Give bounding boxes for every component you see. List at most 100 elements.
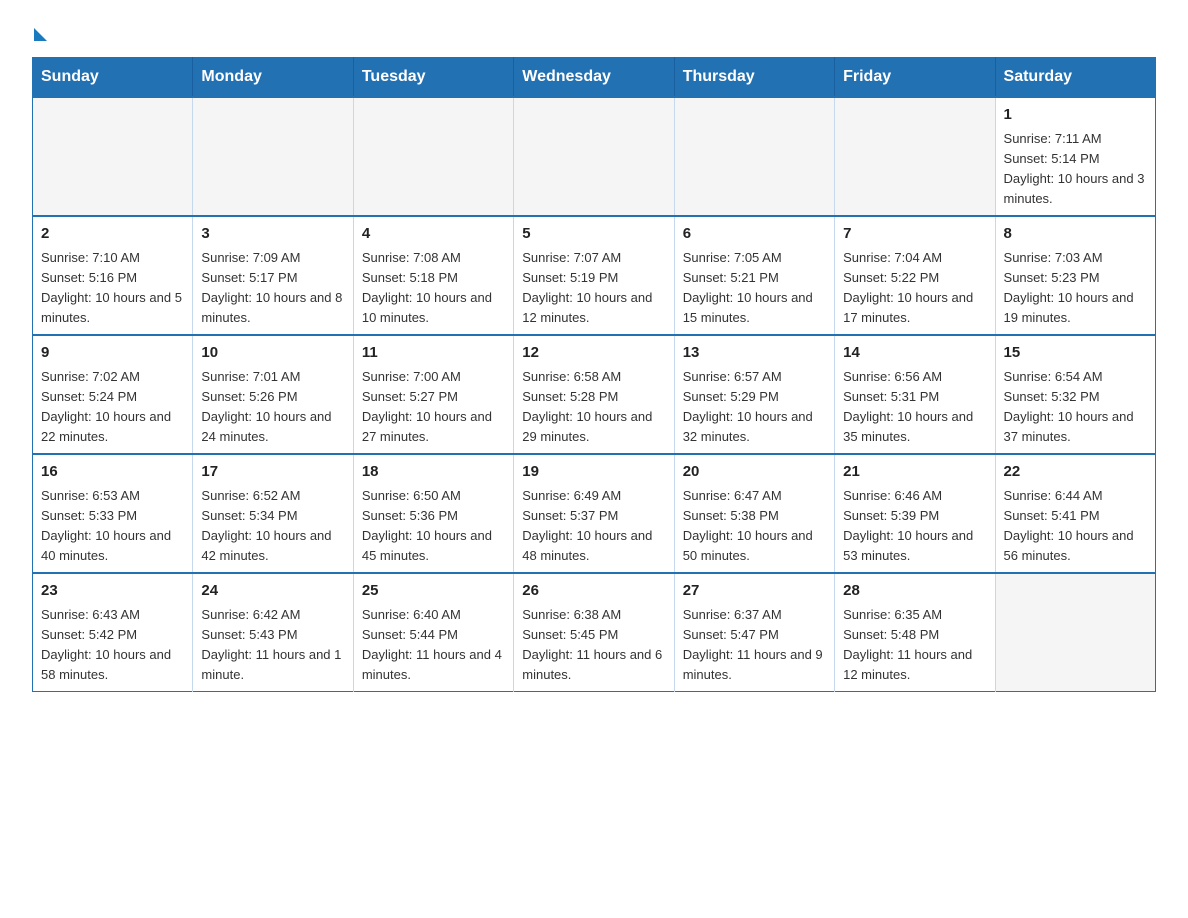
day-number: 5: [522, 223, 665, 246]
calendar-cell: [353, 97, 513, 216]
calendar-cell: 24Sunrise: 6:42 AMSunset: 5:43 PMDayligh…: [193, 573, 353, 692]
calendar-cell: 7Sunrise: 7:04 AMSunset: 5:22 PMDaylight…: [835, 216, 995, 335]
day-number: 6: [683, 223, 826, 246]
day-info: Sunrise: 6:37 AMSunset: 5:47 PMDaylight:…: [683, 605, 826, 686]
day-number: 7: [843, 223, 986, 246]
calendar-cell: [193, 97, 353, 216]
day-info: Sunrise: 6:50 AMSunset: 5:36 PMDaylight:…: [362, 486, 505, 567]
day-number: 10: [201, 342, 344, 365]
calendar-cell: 14Sunrise: 6:56 AMSunset: 5:31 PMDayligh…: [835, 335, 995, 454]
day-number: 25: [362, 580, 505, 603]
weekday-header-friday: Friday: [835, 58, 995, 98]
day-number: 15: [1004, 342, 1147, 365]
day-number: 9: [41, 342, 184, 365]
day-number: 3: [201, 223, 344, 246]
calendar-cell: [995, 573, 1155, 692]
day-number: 14: [843, 342, 986, 365]
day-number: 16: [41, 461, 184, 484]
calendar-cell: 17Sunrise: 6:52 AMSunset: 5:34 PMDayligh…: [193, 454, 353, 573]
calendar-cell: 5Sunrise: 7:07 AMSunset: 5:19 PMDaylight…: [514, 216, 674, 335]
day-info: Sunrise: 6:54 AMSunset: 5:32 PMDaylight:…: [1004, 367, 1147, 448]
calendar-cell: 8Sunrise: 7:03 AMSunset: 5:23 PMDaylight…: [995, 216, 1155, 335]
day-number: 11: [362, 342, 505, 365]
day-info: Sunrise: 7:05 AMSunset: 5:21 PMDaylight:…: [683, 248, 826, 329]
day-number: 8: [1004, 223, 1147, 246]
day-number: 12: [522, 342, 665, 365]
day-info: Sunrise: 6:42 AMSunset: 5:43 PMDaylight:…: [201, 605, 344, 686]
day-number: 27: [683, 580, 826, 603]
calendar-cell: [835, 97, 995, 216]
calendar-cell: 28Sunrise: 6:35 AMSunset: 5:48 PMDayligh…: [835, 573, 995, 692]
day-info: Sunrise: 7:10 AMSunset: 5:16 PMDaylight:…: [41, 248, 184, 329]
calendar-cell: 4Sunrise: 7:08 AMSunset: 5:18 PMDaylight…: [353, 216, 513, 335]
day-number: 2: [41, 223, 184, 246]
calendar-cell: 21Sunrise: 6:46 AMSunset: 5:39 PMDayligh…: [835, 454, 995, 573]
day-info: Sunrise: 6:52 AMSunset: 5:34 PMDaylight:…: [201, 486, 344, 567]
calendar-cell: 27Sunrise: 6:37 AMSunset: 5:47 PMDayligh…: [674, 573, 834, 692]
calendar-cell: 23Sunrise: 6:43 AMSunset: 5:42 PMDayligh…: [33, 573, 193, 692]
day-info: Sunrise: 6:56 AMSunset: 5:31 PMDaylight:…: [843, 367, 986, 448]
day-info: Sunrise: 6:44 AMSunset: 5:41 PMDaylight:…: [1004, 486, 1147, 567]
page-header: [32, 24, 1156, 39]
weekday-header-thursday: Thursday: [674, 58, 834, 98]
day-number: 28: [843, 580, 986, 603]
calendar-cell: 3Sunrise: 7:09 AMSunset: 5:17 PMDaylight…: [193, 216, 353, 335]
day-number: 23: [41, 580, 184, 603]
calendar-cell: 9Sunrise: 7:02 AMSunset: 5:24 PMDaylight…: [33, 335, 193, 454]
day-number: 4: [362, 223, 505, 246]
calendar-cell: 26Sunrise: 6:38 AMSunset: 5:45 PMDayligh…: [514, 573, 674, 692]
week-row-4: 16Sunrise: 6:53 AMSunset: 5:33 PMDayligh…: [33, 454, 1156, 573]
day-info: Sunrise: 6:47 AMSunset: 5:38 PMDaylight:…: [683, 486, 826, 567]
day-info: Sunrise: 6:38 AMSunset: 5:45 PMDaylight:…: [522, 605, 665, 686]
calendar-cell: 10Sunrise: 7:01 AMSunset: 5:26 PMDayligh…: [193, 335, 353, 454]
calendar-cell: 2Sunrise: 7:10 AMSunset: 5:16 PMDaylight…: [33, 216, 193, 335]
day-info: Sunrise: 7:04 AMSunset: 5:22 PMDaylight:…: [843, 248, 986, 329]
day-number: 1: [1004, 104, 1147, 127]
day-info: Sunrise: 6:40 AMSunset: 5:44 PMDaylight:…: [362, 605, 505, 686]
calendar-table: SundayMondayTuesdayWednesdayThursdayFrid…: [32, 57, 1156, 692]
day-number: 19: [522, 461, 665, 484]
logo-arrow-icon: [34, 28, 47, 41]
day-number: 26: [522, 580, 665, 603]
weekday-header-wednesday: Wednesday: [514, 58, 674, 98]
day-info: Sunrise: 7:03 AMSunset: 5:23 PMDaylight:…: [1004, 248, 1147, 329]
calendar-cell: [514, 97, 674, 216]
day-number: 18: [362, 461, 505, 484]
week-row-1: 1Sunrise: 7:11 AMSunset: 5:14 PMDaylight…: [33, 97, 1156, 216]
day-number: 17: [201, 461, 344, 484]
day-info: Sunrise: 7:09 AMSunset: 5:17 PMDaylight:…: [201, 248, 344, 329]
calendar-cell: [33, 97, 193, 216]
day-info: Sunrise: 6:35 AMSunset: 5:48 PMDaylight:…: [843, 605, 986, 686]
week-row-5: 23Sunrise: 6:43 AMSunset: 5:42 PMDayligh…: [33, 573, 1156, 692]
day-info: Sunrise: 6:43 AMSunset: 5:42 PMDaylight:…: [41, 605, 184, 686]
calendar-cell: 16Sunrise: 6:53 AMSunset: 5:33 PMDayligh…: [33, 454, 193, 573]
week-row-2: 2Sunrise: 7:10 AMSunset: 5:16 PMDaylight…: [33, 216, 1156, 335]
day-info: Sunrise: 7:00 AMSunset: 5:27 PMDaylight:…: [362, 367, 505, 448]
calendar-cell: [674, 97, 834, 216]
day-info: Sunrise: 6:46 AMSunset: 5:39 PMDaylight:…: [843, 486, 986, 567]
calendar-cell: 18Sunrise: 6:50 AMSunset: 5:36 PMDayligh…: [353, 454, 513, 573]
calendar-cell: 1Sunrise: 7:11 AMSunset: 5:14 PMDaylight…: [995, 97, 1155, 216]
calendar-cell: 20Sunrise: 6:47 AMSunset: 5:38 PMDayligh…: [674, 454, 834, 573]
weekday-header-saturday: Saturday: [995, 58, 1155, 98]
calendar-cell: 15Sunrise: 6:54 AMSunset: 5:32 PMDayligh…: [995, 335, 1155, 454]
day-info: Sunrise: 6:57 AMSunset: 5:29 PMDaylight:…: [683, 367, 826, 448]
day-info: Sunrise: 6:49 AMSunset: 5:37 PMDaylight:…: [522, 486, 665, 567]
day-number: 22: [1004, 461, 1147, 484]
day-number: 13: [683, 342, 826, 365]
logo: [32, 24, 47, 39]
weekday-header-row: SundayMondayTuesdayWednesdayThursdayFrid…: [33, 58, 1156, 98]
calendar-cell: 13Sunrise: 6:57 AMSunset: 5:29 PMDayligh…: [674, 335, 834, 454]
calendar-cell: 19Sunrise: 6:49 AMSunset: 5:37 PMDayligh…: [514, 454, 674, 573]
calendar-cell: 11Sunrise: 7:00 AMSunset: 5:27 PMDayligh…: [353, 335, 513, 454]
day-number: 21: [843, 461, 986, 484]
calendar-cell: 6Sunrise: 7:05 AMSunset: 5:21 PMDaylight…: [674, 216, 834, 335]
weekday-header-tuesday: Tuesday: [353, 58, 513, 98]
day-info: Sunrise: 6:53 AMSunset: 5:33 PMDaylight:…: [41, 486, 184, 567]
day-info: Sunrise: 7:08 AMSunset: 5:18 PMDaylight:…: [362, 248, 505, 329]
day-number: 20: [683, 461, 826, 484]
week-row-3: 9Sunrise: 7:02 AMSunset: 5:24 PMDaylight…: [33, 335, 1156, 454]
calendar-cell: 22Sunrise: 6:44 AMSunset: 5:41 PMDayligh…: [995, 454, 1155, 573]
day-info: Sunrise: 7:07 AMSunset: 5:19 PMDaylight:…: [522, 248, 665, 329]
day-info: Sunrise: 6:58 AMSunset: 5:28 PMDaylight:…: [522, 367, 665, 448]
